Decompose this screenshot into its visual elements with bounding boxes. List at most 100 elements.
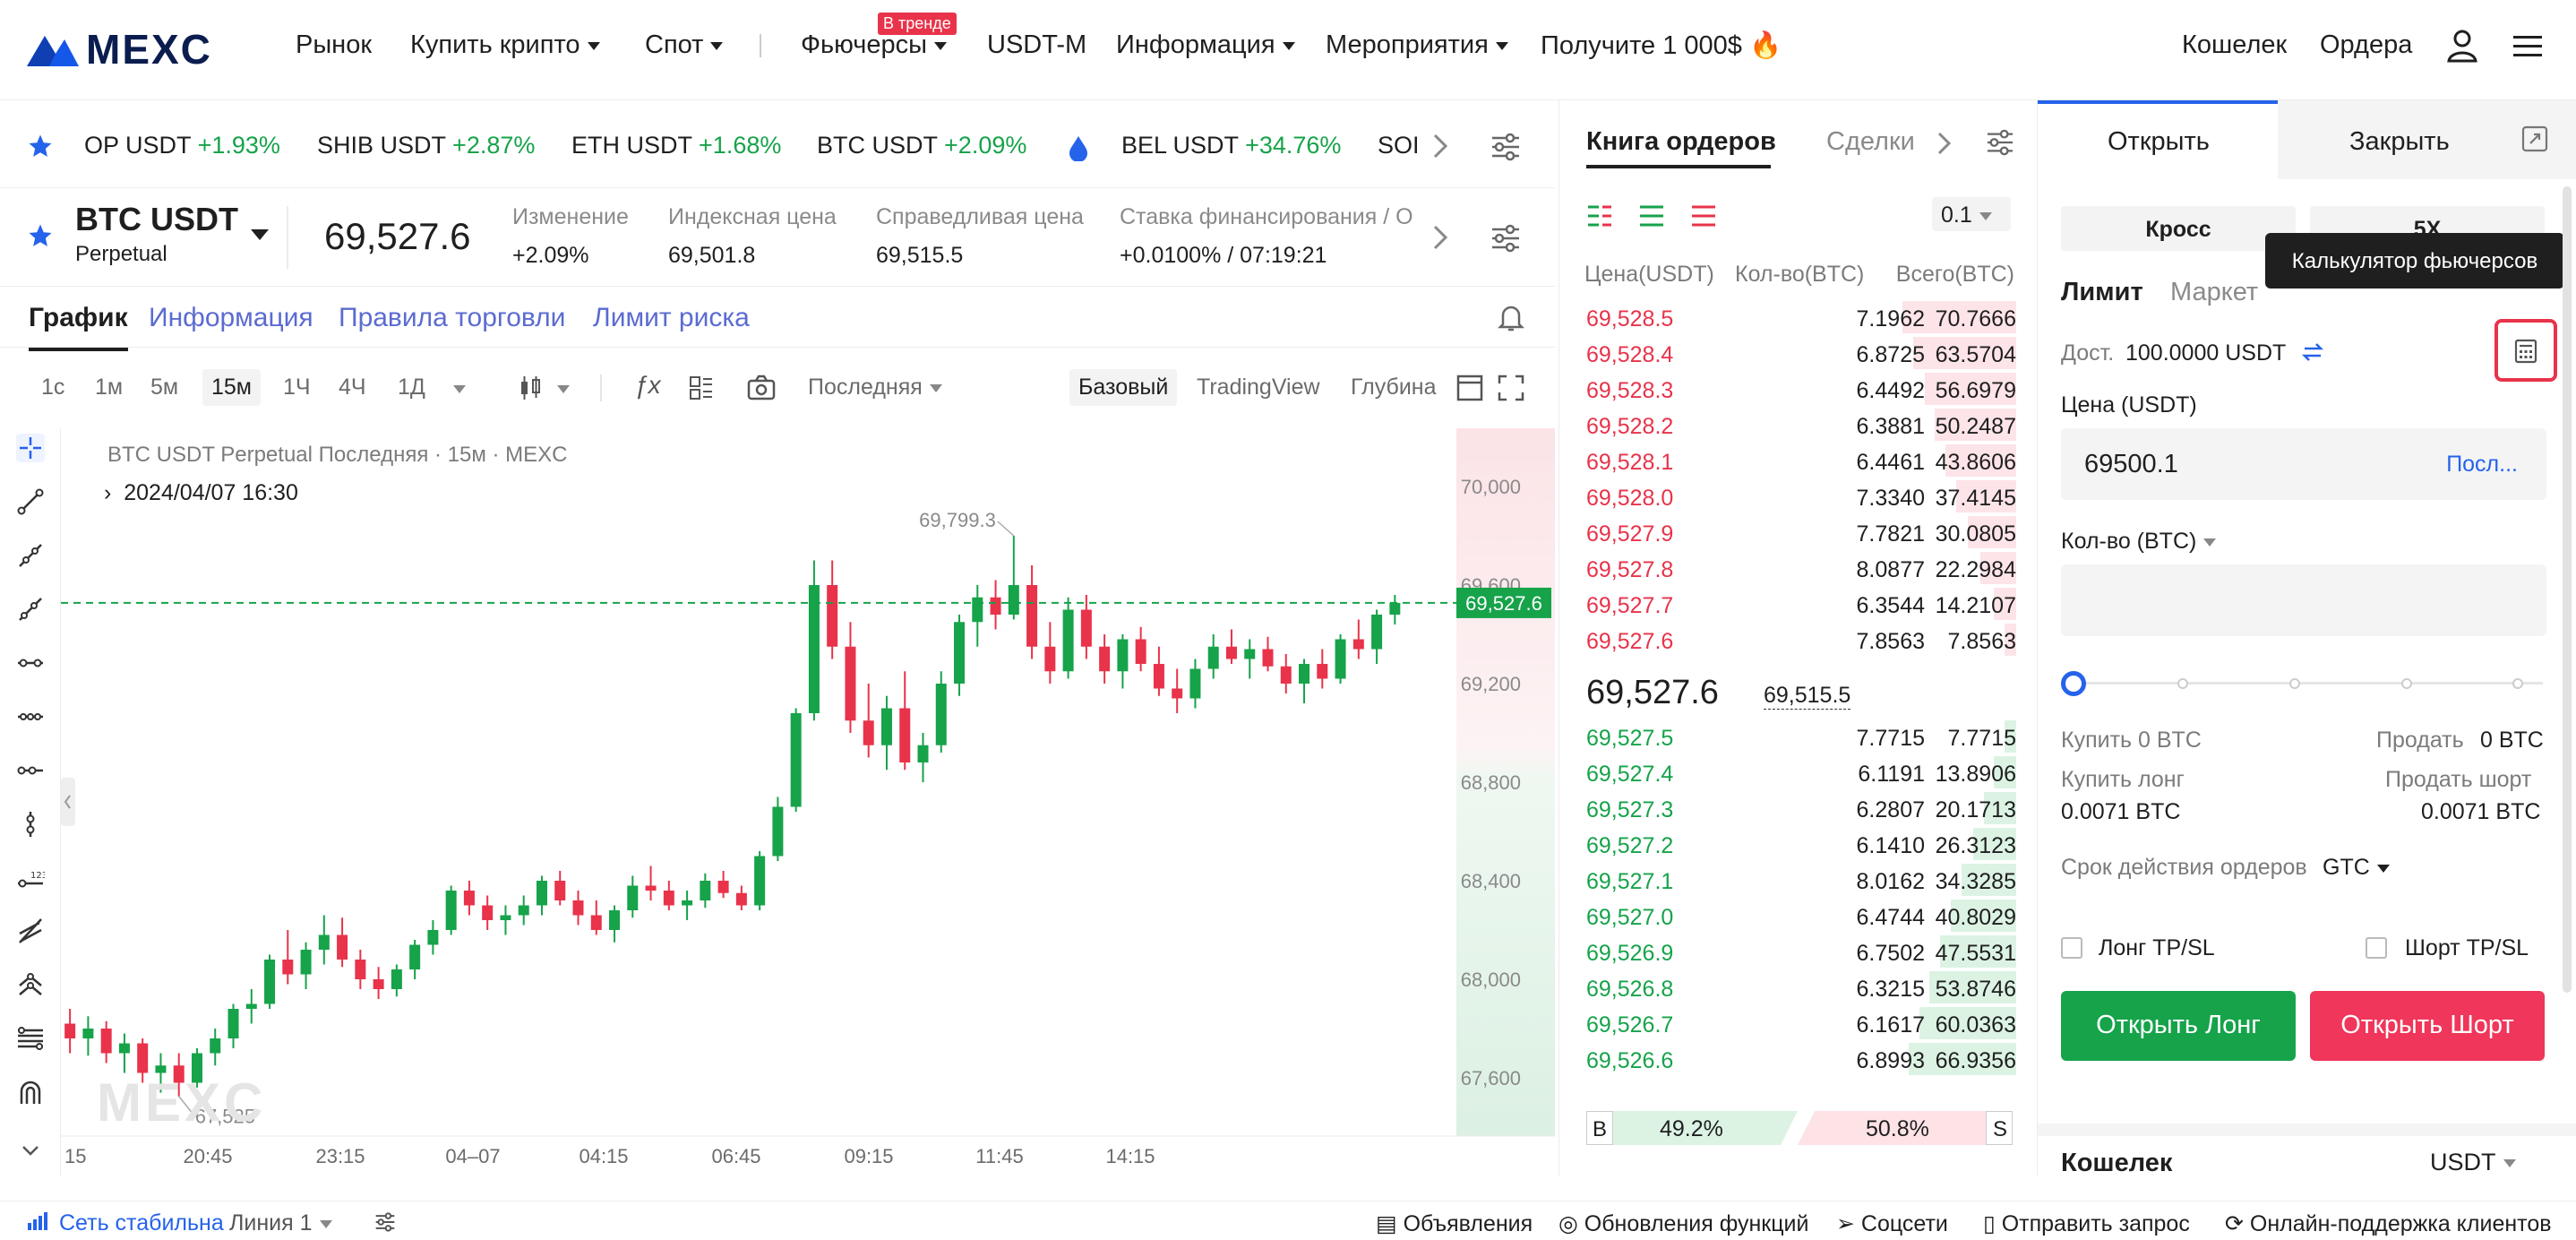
order-type-limit[interactable]: Лимит <box>2061 278 2143 307</box>
view-basic[interactable]: Базовый <box>1069 369 1178 406</box>
line-select[interactable]: Линия 1 <box>229 1210 332 1236</box>
ticker-item-btc[interactable]: BTC USDT +2.09% <box>817 132 1026 159</box>
ask-row[interactable]: 69,528.5 7.1962 70.7666 <box>1559 299 2016 335</box>
tf-4h[interactable]: 4Ч <box>339 375 366 400</box>
link-updates[interactable]: ◎ Обновления функций <box>1558 1210 1809 1237</box>
tf-1d[interactable]: 1Д <box>398 375 425 400</box>
extended-line-icon[interactable] <box>16 595 45 624</box>
parallel-channel-icon[interactable] <box>16 917 45 946</box>
view-tradingview[interactable]: TradingView <box>1197 375 1320 400</box>
pin-icon[interactable] <box>2521 125 2548 152</box>
nav-orders[interactable]: Ордера <box>2320 30 2412 60</box>
star-icon[interactable] <box>27 222 54 249</box>
slider-mark-50[interactable] <box>2289 678 2300 689</box>
bid-row[interactable]: 69,527.5 7.7715 7.7715 <box>1559 719 2016 754</box>
info-line-icon[interactable] <box>16 756 45 785</box>
vertical-line-icon[interactable] <box>16 810 45 839</box>
fullscreen-icon[interactable] <box>1498 375 1524 401</box>
slider-handle[interactable] <box>2061 671 2086 696</box>
bid-row[interactable]: 69,527.1 8.0162 34.3285 <box>1559 862 2016 898</box>
horizontal-line-icon[interactable] <box>16 649 45 677</box>
nav-market[interactable]: Рынок <box>296 30 372 60</box>
star-icon[interactable] <box>27 133 54 159</box>
ticker-item-sol[interactable]: SOI <box>1378 132 1419 159</box>
settings-sliders-icon[interactable] <box>1490 224 1521 253</box>
pitchfork-icon[interactable] <box>16 971 45 1000</box>
tf-1m[interactable]: 1м <box>95 375 123 400</box>
ray-icon[interactable] <box>16 541 45 570</box>
layout-icon[interactable] <box>688 375 715 401</box>
price-input[interactable]: 69500.1 Посл... <box>2061 428 2546 500</box>
bid-row[interactable]: 69,526.8 6.3215 53.8746 <box>1559 969 2016 1005</box>
view-depth[interactable]: Глубина <box>1351 375 1437 400</box>
long-tpsl-checkbox[interactable] <box>2061 937 2082 959</box>
slider-mark-75[interactable] <box>2401 678 2412 689</box>
ticker-item-shib[interactable]: SHIB USDT +2.87% <box>317 132 535 159</box>
nav-futures[interactable]: Фьючерсы <box>801 30 947 60</box>
link-social[interactable]: ➢ Соцсети <box>1836 1210 1948 1237</box>
tab-close[interactable]: Закрыть <box>2349 127 2450 157</box>
order-type-market[interactable]: Маркет <box>2170 278 2258 307</box>
magnet-icon[interactable] <box>16 1079 45 1107</box>
settings-sliders-icon[interactable] <box>374 1212 396 1232</box>
price-chart[interactable]: 70,000 69,600 69,200 68,800 68,400 68,000 67,6… <box>61 428 1555 1176</box>
last-price-button[interactable]: Посл... <box>2446 452 2518 478</box>
bid-row[interactable]: 69,526.6 6.8993 66.9356 <box>1559 1041 2016 1077</box>
scrollbar[interactable] <box>2563 186 2572 993</box>
nav-bonus[interactable]: Получите 1 000$ 🔥 <box>1541 30 1782 61</box>
ask-row[interactable]: 69,528.4 6.8725 63.5704 <box>1559 335 2016 371</box>
horizontal-ray-icon[interactable] <box>16 702 45 731</box>
wallet-currency-select[interactable]: USDT <box>2430 1149 2516 1176</box>
nav-wallet[interactable]: Кошелек <box>2182 30 2287 60</box>
price-type-select[interactable]: Последняя <box>808 375 942 400</box>
link-support[interactable]: ⟳ Онлайн-поддержка клиентов <box>2225 1210 2552 1237</box>
fib-retracement-icon[interactable] <box>16 1025 45 1054</box>
ask-row[interactable]: 69,528.0 7.3340 37.4145 <box>1559 478 2016 514</box>
open-short-button[interactable]: Открыть Шорт <box>2310 991 2545 1061</box>
ask-row[interactable]: 69,527.6 7.8563 7.8563 <box>1559 622 2016 658</box>
qty-slider[interactable] <box>2061 670 2554 697</box>
ask-row[interactable]: 69,528.2 6.3881 50.2487 <box>1559 407 2016 443</box>
ask-row[interactable]: 69,527.8 8.0877 22.2984 <box>1559 550 2016 586</box>
tf-more-icon[interactable] <box>453 385 466 393</box>
tab-chart[interactable]: График <box>29 303 128 351</box>
open-long-button[interactable]: Открыть Лонг <box>2061 991 2296 1061</box>
menu-icon[interactable] <box>2513 34 2542 59</box>
crosshair-icon[interactable] <box>16 434 45 462</box>
slider-mark-100[interactable] <box>2512 678 2523 689</box>
nav-information[interactable]: Информация <box>1116 30 1295 60</box>
candlestick-chart[interactable]: 70,00069,60069,20068,80068,40068,00067,6… <box>61 428 1555 1176</box>
chevron-down-icon[interactable] <box>557 385 570 393</box>
chevron-right-icon[interactable] <box>1431 224 1449 251</box>
short-tpsl-checkbox[interactable] <box>2366 937 2387 959</box>
tf-1h[interactable]: 1Ч <box>283 375 311 400</box>
bid-row[interactable]: 69,527.0 6.4744 40.8029 <box>1559 898 2016 934</box>
price-label-icon[interactable]: 123 <box>16 864 45 892</box>
nav-events[interactable]: Мероприятия <box>1326 30 1508 60</box>
ask-row[interactable]: 69,528.3 6.4492 56.6979 <box>1559 371 2016 407</box>
book-bids-icon[interactable] <box>1638 204 1665 228</box>
indicators-icon[interactable]: ƒx <box>634 371 661 400</box>
ask-row[interactable]: 69,527.9 7.7821 30.0805 <box>1559 514 2016 550</box>
bid-row[interactable]: 69,526.9 6.7502 47.5531 <box>1559 934 2016 969</box>
settings-sliders-icon[interactable] <box>1986 129 2014 156</box>
bid-row[interactable]: 69,527.4 6.1191 13.8906 <box>1559 754 2016 790</box>
bell-icon[interactable] <box>1498 303 1524 333</box>
book-asks-icon[interactable] <box>1690 204 1717 228</box>
transfer-icon[interactable] <box>2301 340 2324 364</box>
trend-line-icon[interactable] <box>16 487 45 516</box>
margin-mode-button[interactable]: Кросс <box>2061 206 2296 251</box>
chevron-right-icon[interactable] <box>1431 133 1449 159</box>
slider-mark-25[interactable] <box>2177 678 2188 689</box>
chevron-right-icon[interactable] <box>1936 131 1953 156</box>
tf-5m[interactable]: 5м <box>150 375 178 400</box>
tf-1s[interactable]: 1с <box>41 375 64 400</box>
tab-risk-limit[interactable]: Лимит риска <box>593 303 750 333</box>
candle-type-icon[interactable] <box>518 375 543 401</box>
symbol-dropdown-icon[interactable] <box>251 229 269 240</box>
nav-spot[interactable]: Спот <box>645 30 724 60</box>
tif-select[interactable]: GTC <box>2323 855 2390 881</box>
tab-trading-rules[interactable]: Правила торговли <box>339 303 565 333</box>
bid-row[interactable]: 69,527.3 6.2807 20.1713 <box>1559 790 2016 826</box>
book-both-icon[interactable] <box>1586 204 1613 228</box>
